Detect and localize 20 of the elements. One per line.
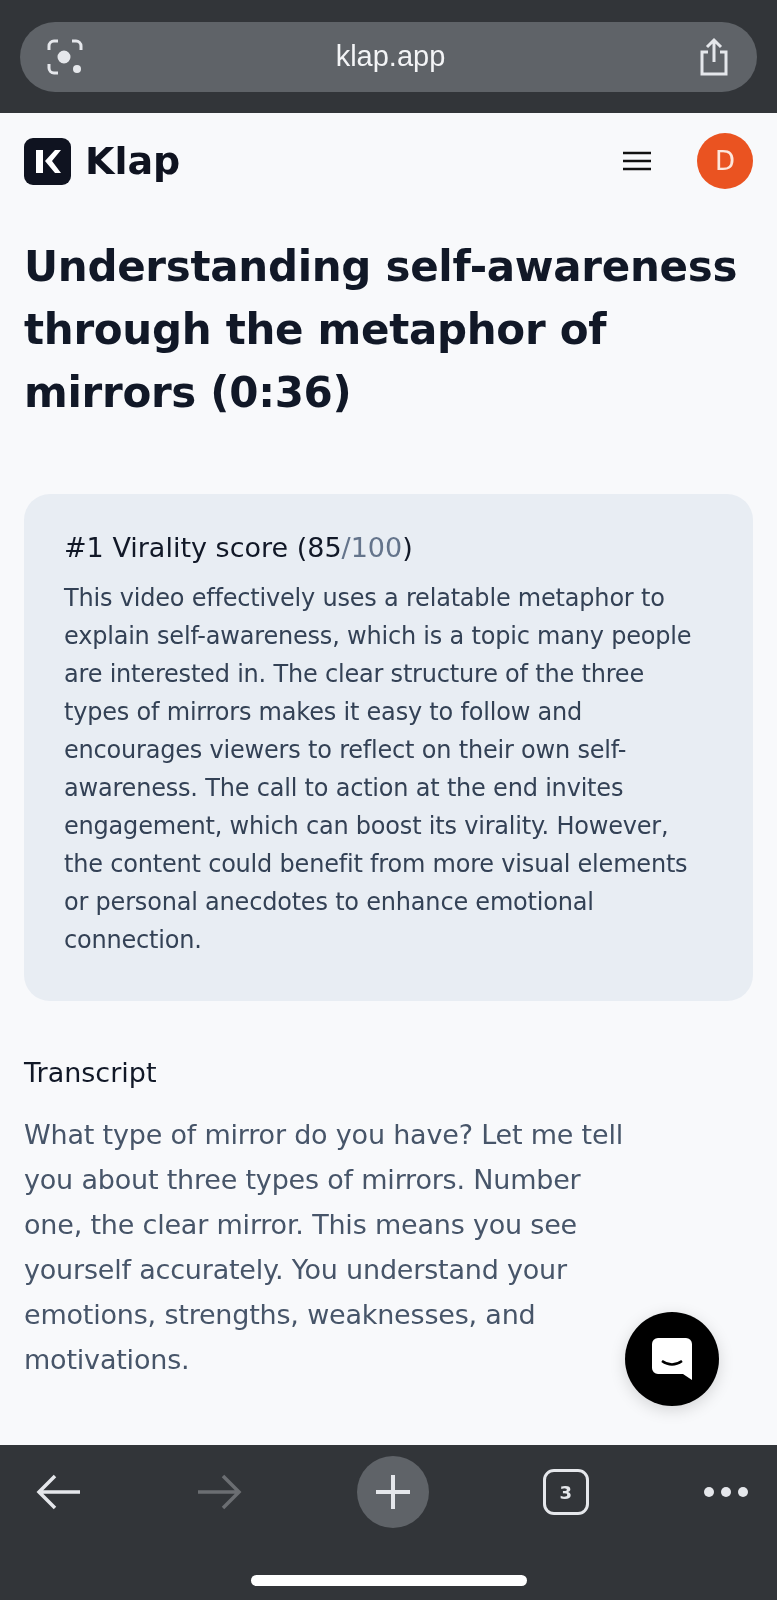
- camera-search-icon[interactable]: [46, 37, 84, 76]
- chat-icon: [652, 1338, 692, 1380]
- user-avatar[interactable]: D: [697, 133, 753, 189]
- tab-count-button[interactable]: 3: [542, 1469, 589, 1515]
- menu-icon[interactable]: [623, 151, 651, 171]
- transcript-text: What type of mirror do you have? Let me tell you about three types of mirrors. Number one, the clear mirror. This means you see yourself accurately. You understand your emotions, strengths, weaknesses, and motivations.: [24, 1118, 624, 1377]
- virality-score-heading: #1 Virality score (85/100): [64, 532, 414, 563]
- address-bar[interactable]: klap.app: [20, 21, 757, 92]
- more-button[interactable]: [703, 1486, 749, 1498]
- forward-arrow-icon: [196, 1473, 243, 1511]
- more-icon: [703, 1486, 749, 1498]
- back-button[interactable]: [36, 1473, 82, 1511]
- logo-text[interactable]: Klap: [85, 139, 181, 183]
- back-arrow-icon: [36, 1473, 82, 1511]
- plus-icon: [373, 1473, 412, 1511]
- score-explanation: This video effectively uses a relatable metaphor to explain self-awareness, which is a topic many people are interested in. The clear structure of the three types of mirrors makes it easy to follow and encourages viewers to reflect on their own self-awareness. The call to action at the end invites engagement, which can boost its virality. However, the content could benefit from more visual elements or personal anecdotes to enhance emotional connection.: [64, 583, 693, 956]
- page-title: Understanding self-awareness through the metaphor of mirrors (0:36): [24, 241, 739, 419]
- transcript-heading: Transcript: [24, 1057, 158, 1088]
- logo-icon: [24, 137, 71, 185]
- url-text[interactable]: klap.app: [335, 40, 446, 73]
